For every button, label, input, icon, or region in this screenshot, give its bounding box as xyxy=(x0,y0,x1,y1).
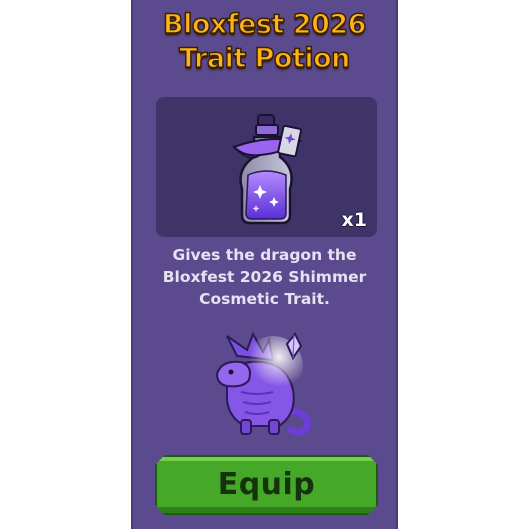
item-slot: x1 xyxy=(156,97,377,237)
description-line-3: Cosmetic Trait. xyxy=(199,290,330,308)
description-line-2: Bloxfest 2026 Shimmer xyxy=(162,268,367,286)
item-description: Gives the dragon the Bloxfest 2026 Shimm… xyxy=(143,244,386,310)
title-line-2: Trait Potion xyxy=(178,42,351,75)
description-line-1: Gives the dragon the xyxy=(172,246,357,264)
equip-button[interactable]: Equip xyxy=(155,455,378,515)
dragon-icon xyxy=(215,331,311,436)
panel-title: Bloxfest 2026 Trait Potion xyxy=(133,8,396,76)
title-line-1: Bloxfest 2026 xyxy=(162,8,367,41)
equip-button-label: Equip xyxy=(217,467,316,502)
trait-potion-panel: Bloxfest 2026 Trait Potion x1 Gives the … xyxy=(131,0,398,529)
item-quantity: x1 xyxy=(341,209,367,231)
